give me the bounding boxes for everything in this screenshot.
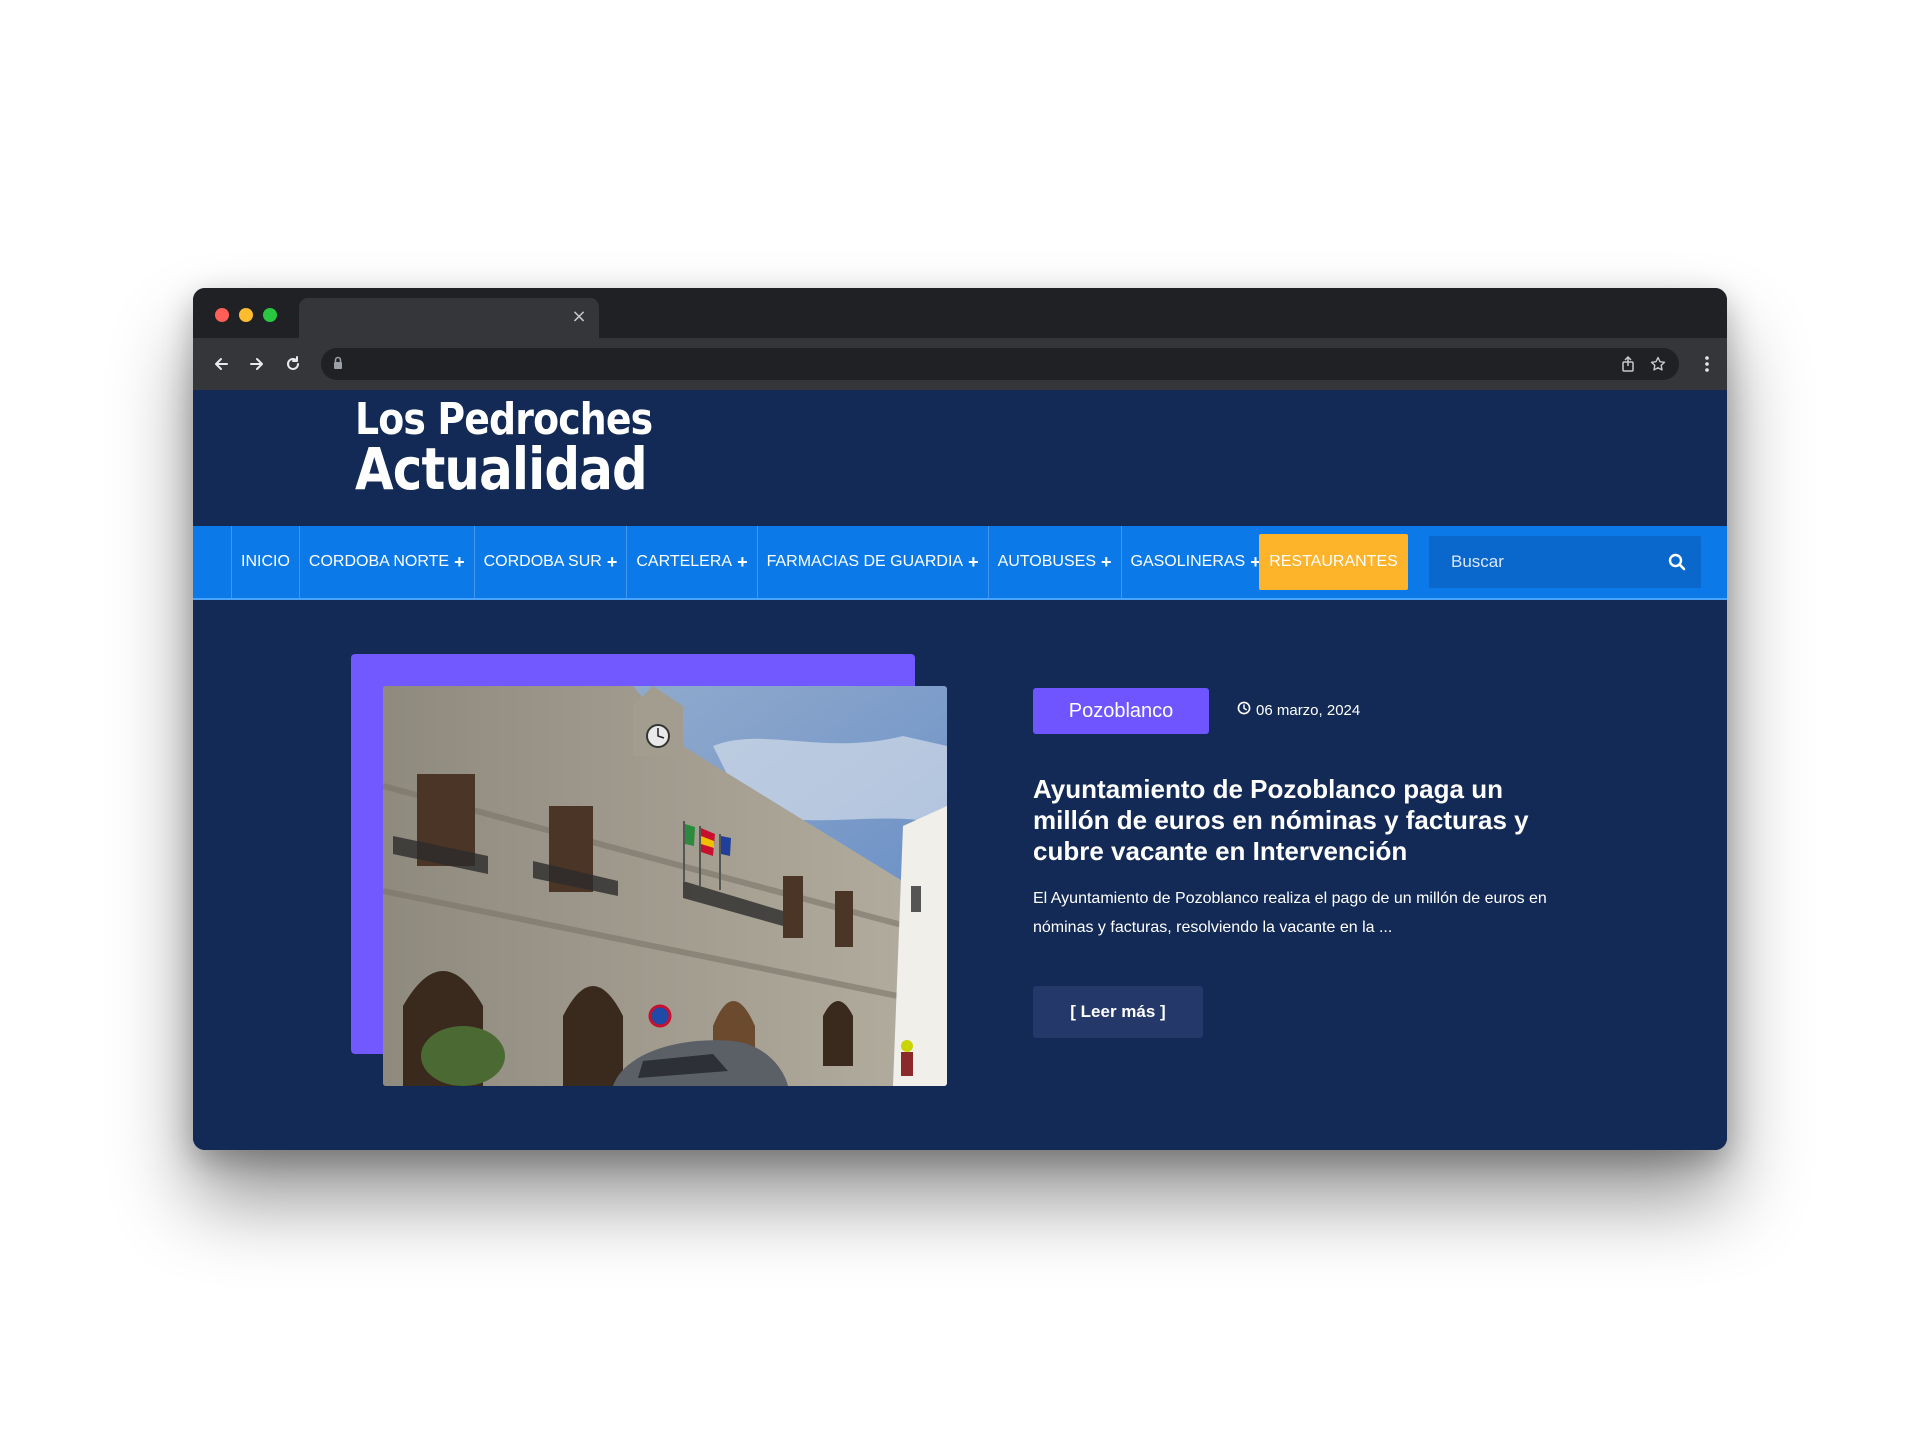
reload-icon[interactable] — [279, 350, 307, 378]
nav-item-label: CARTELERA — [636, 553, 733, 570]
expand-plus-icon[interactable]: + — [1101, 553, 1112, 571]
expand-plus-icon[interactable]: + — [968, 553, 979, 571]
browser-toolbar — [193, 338, 1727, 390]
nav-item-label: INICIO — [241, 553, 290, 570]
nav-item-label: AUTOBUSES — [997, 553, 1096, 570]
nav-item-label: GASOLINERAS — [1130, 553, 1246, 570]
nav-item-cordoba-norte[interactable]: CORDOBA NORTE + — [298, 526, 474, 598]
back-arrow-icon[interactable] — [207, 350, 235, 378]
expand-plus-icon[interactable]: + — [607, 553, 618, 571]
search-icon[interactable] — [1667, 552, 1687, 572]
nav-item-label: CORDOBA SUR — [483, 553, 602, 570]
main-navigation: INICIO CORDOBA NORTE + CORDOBA SUR + CAR… — [193, 526, 1727, 600]
date-text: 06 marzo, 2024 — [1256, 701, 1361, 719]
search-box — [1429, 536, 1701, 588]
nav-item-gasolineras[interactable]: GASOLINERAS + — [1120, 526, 1270, 598]
minimize-window-button[interactable] — [239, 308, 253, 322]
category-badge[interactable]: Pozoblanco — [1033, 688, 1209, 734]
site-logo[interactable]: Los Pedroches Actualidad — [355, 398, 653, 503]
forward-arrow-icon[interactable] — [243, 350, 271, 378]
nav-item-autobuses[interactable]: AUTOBUSES + — [987, 526, 1121, 598]
maximize-window-button[interactable] — [263, 308, 277, 322]
close-window-button[interactable] — [215, 308, 229, 322]
browser-window: × Los Pedroches Actualidad INICIO CORDOB… — [193, 288, 1727, 1150]
browser-tab[interactable]: × — [299, 298, 599, 338]
tab-close-icon[interactable]: × — [569, 307, 589, 327]
nav-item-farmacias[interactable]: FARMACIAS DE GUARDIA + — [756, 526, 988, 598]
nav-item-cordoba-sur[interactable]: CORDOBA SUR + — [473, 526, 627, 598]
more-vertical-icon[interactable] — [1697, 350, 1717, 378]
nav-item-inicio[interactable]: INICIO — [231, 526, 299, 598]
lock-icon — [333, 356, 343, 375]
expand-plus-icon[interactable]: + — [737, 553, 748, 571]
nav-item-label: CORDOBA NORTE — [308, 553, 450, 570]
expand-plus-icon[interactable]: + — [454, 553, 465, 571]
article-date: 06 marzo, 2024 — [1237, 701, 1360, 719]
article-excerpt: El Ayuntamiento de Pozoblanco realiza el… — [1033, 890, 1547, 936]
read-more-button[interactable]: [ Leer más ] — [1033, 986, 1203, 1038]
nav-item-label: FARMACIAS DE GUARDIA — [766, 553, 964, 570]
tab-strip: × — [193, 288, 1727, 338]
search-input[interactable] — [1429, 536, 1661, 588]
logo-line-2: Actualidad — [355, 435, 648, 503]
share-icon[interactable] — [1619, 355, 1637, 373]
featured-article: Pozoblanco 06 marzo, 2024 Ayuntamiento d… — [193, 600, 1727, 1150]
nav-menu: INICIO CORDOBA NORTE + CORDOBA SUR + CAR… — [231, 526, 1270, 598]
nav-item-cartelera[interactable]: CARTELERA + — [626, 526, 756, 598]
site-header: Los Pedroches Actualidad — [193, 390, 1727, 514]
article-headline[interactable]: Ayuntamiento de Pozoblanco paga un milló… — [1033, 774, 1573, 867]
star-icon[interactable] — [1649, 355, 1667, 373]
clock-icon — [1237, 701, 1251, 719]
address-bar[interactable] — [321, 348, 1679, 380]
restaurantes-button[interactable]: RESTAURANTES — [1259, 534, 1408, 590]
article-image[interactable] — [383, 686, 947, 1086]
